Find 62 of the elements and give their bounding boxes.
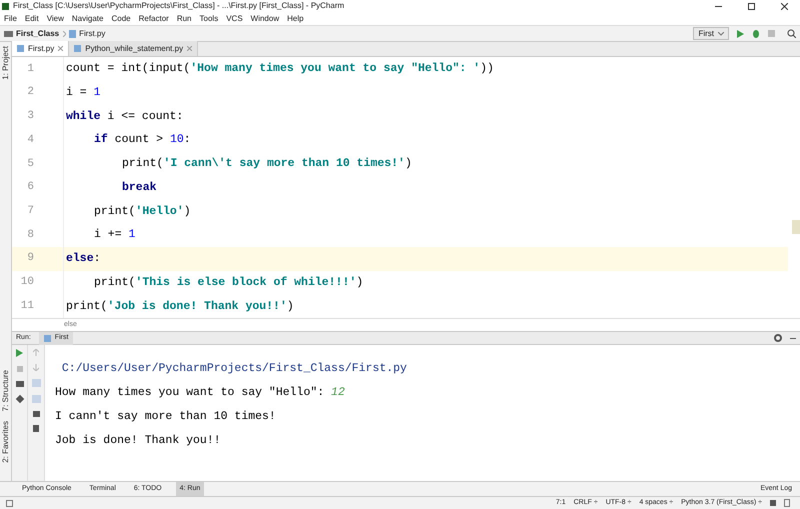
menu-item[interactable]: VCS bbox=[226, 12, 243, 24]
run-config-dropdown[interactable]: First bbox=[693, 27, 729, 40]
breadcrumb-item[interactable]: First.py bbox=[79, 28, 106, 40]
console-line: I cann't say more than 10 times! bbox=[55, 409, 276, 426]
editor-tab[interactable]: First.py bbox=[12, 41, 70, 56]
chevron-icon bbox=[63, 30, 66, 36]
line-number: 5 bbox=[26, 156, 35, 172]
code-line: print('Hello') bbox=[93, 204, 192, 220]
editor-tab[interactable]: Python_while_statement.py bbox=[69, 41, 198, 56]
debug-icon[interactable] bbox=[752, 29, 760, 38]
rerun-icon[interactable] bbox=[16, 349, 23, 357]
down-arrow-icon[interactable] bbox=[33, 364, 39, 371]
menu-item[interactable]: View bbox=[46, 12, 64, 24]
line-number: 9 bbox=[26, 251, 35, 266]
line-number: 10 bbox=[20, 275, 35, 290]
menu-item[interactable]: Window bbox=[250, 12, 280, 24]
line-number: 1 bbox=[26, 62, 35, 77]
code-line: print('This is else block of while!!!') bbox=[93, 274, 364, 291]
restore-icon[interactable] bbox=[748, 2, 755, 10]
search-icon[interactable] bbox=[787, 29, 796, 38]
console-line: How many times you want to say "Hello": 12 bbox=[55, 385, 345, 402]
menu-item[interactable]: Edit bbox=[24, 12, 39, 24]
close-icon[interactable] bbox=[781, 2, 788, 10]
line-number: 7 bbox=[26, 204, 35, 220]
side-tool-label[interactable]: 7: Structure bbox=[0, 370, 12, 412]
menu-item[interactable]: Refactor bbox=[138, 12, 169, 24]
line-number: 11 bbox=[20, 298, 35, 314]
code-line: break bbox=[121, 180, 158, 196]
menu-item[interactable]: Navigate bbox=[72, 12, 104, 24]
breadcrumb-item[interactable]: First_Class bbox=[16, 28, 60, 40]
code-line: while i <= count: bbox=[65, 108, 184, 125]
line-number: 4 bbox=[26, 132, 35, 148]
menu-item[interactable]: Help bbox=[287, 12, 304, 24]
console-line: C:/Users/User/PycharmProjects/First_Class/First.py bbox=[60, 361, 407, 378]
code-line: i = 1 bbox=[65, 84, 102, 101]
settings-icon[interactable] bbox=[774, 334, 782, 342]
scrollbar-thumb[interactable] bbox=[792, 220, 800, 234]
line-number: 2 bbox=[26, 85, 35, 100]
menu-item[interactable]: File bbox=[4, 12, 17, 24]
python-file-icon bbox=[69, 30, 76, 38]
code-editor[interactable] bbox=[12, 57, 800, 318]
folder-icon bbox=[4, 30, 13, 36]
code-line: i += 1 bbox=[93, 227, 136, 244]
dropdown-caret-icon bbox=[718, 32, 724, 36]
side-tool-label[interactable]: 2: Favorites bbox=[0, 421, 12, 463]
menu-item[interactable]: Tools bbox=[200, 12, 218, 24]
code-line: if count > 10: bbox=[93, 132, 192, 148]
up-arrow-icon[interactable] bbox=[33, 349, 39, 356]
code-line: print('I cann\'t say more than 10 times!') bbox=[121, 156, 413, 172]
line-number: 3 bbox=[26, 109, 35, 124]
window-title: First_Class [C:\Users\User\PycharmProjects\First_Class] - ...\First.py [First_Class] - PyCharm bbox=[13, 0, 344, 12]
stop-icon[interactable] bbox=[16, 366, 22, 372]
code-line: count = int(input('How many times you want to say "Hello": ')) bbox=[65, 61, 495, 78]
menu-item[interactable]: Code bbox=[111, 12, 131, 24]
side-tool-label[interactable]: 1: Project bbox=[0, 46, 12, 80]
line-number: 6 bbox=[26, 180, 35, 196]
run-icon[interactable] bbox=[737, 30, 744, 38]
menu-item[interactable]: Run bbox=[176, 12, 192, 24]
console-line: Job is done! Thank you!! bbox=[55, 433, 221, 450]
app-icon bbox=[2, 2, 9, 10]
code-line: print('Job is done! Thank you!!') bbox=[65, 298, 295, 315]
line-number: 8 bbox=[26, 228, 35, 243]
